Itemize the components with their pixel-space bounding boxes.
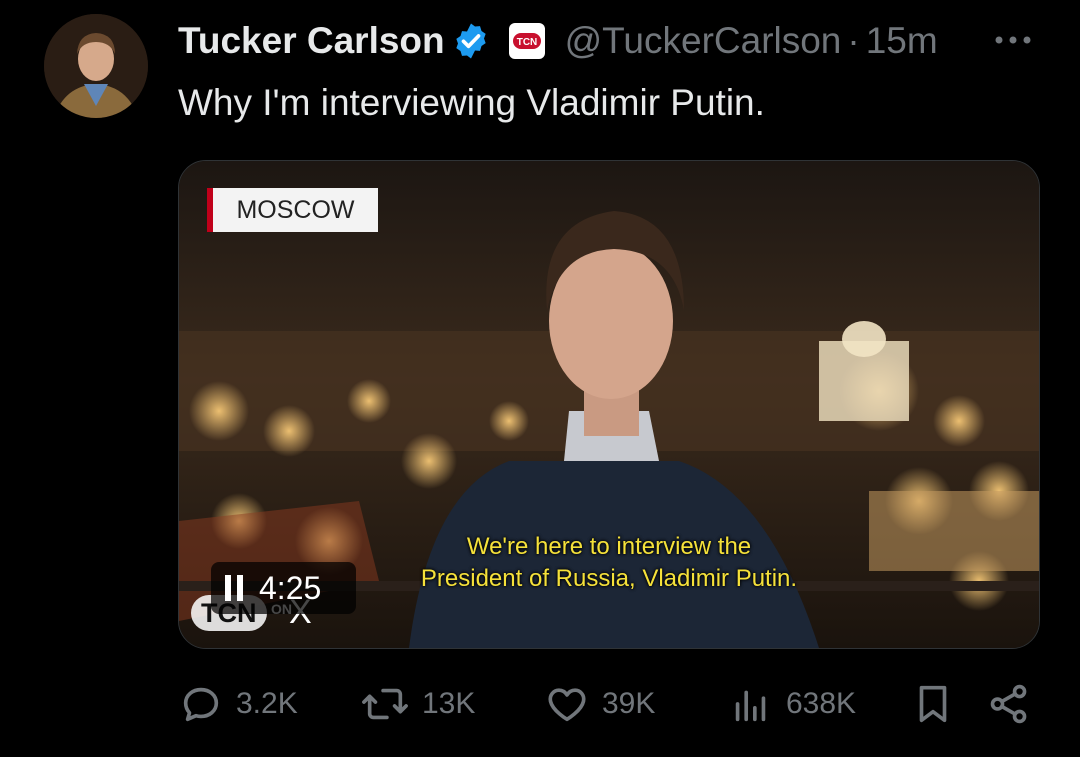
more-icon[interactable] xyxy=(990,22,1036,58)
video-player[interactable]: MOSCOW We're here to interview the Presi… xyxy=(178,160,1040,649)
verified-badge-icon[interactable] xyxy=(451,21,491,61)
reply-count: 3.2K xyxy=(236,687,298,720)
separator-dot: · xyxy=(847,20,860,61)
author-name[interactable]: Tucker Carlson xyxy=(178,20,445,62)
like-button[interactable]: 39K xyxy=(544,676,655,732)
repost-icon xyxy=(362,688,408,720)
like-icon xyxy=(548,688,586,722)
bookmark-icon xyxy=(919,685,947,723)
tweet-header: Tucker Carlson TCN @TuckerCarlson · 15m xyxy=(178,18,938,64)
bookmark-button[interactable] xyxy=(910,676,968,732)
subtitle-line-2: President of Russia, Vladimir Putin. xyxy=(420,565,798,592)
more-dots-icon xyxy=(995,36,1031,44)
share-icon xyxy=(990,684,1027,724)
view-count: 638K xyxy=(786,687,857,720)
reply-button[interactable]: 3.2K xyxy=(178,676,298,732)
tweet-timestamp[interactable]: 15m xyxy=(866,20,938,62)
location-label: MOSCOW xyxy=(207,188,378,232)
svg-text:TCN: TCN xyxy=(516,37,537,48)
affiliation-badge[interactable]: TCN xyxy=(508,23,545,59)
views-icon xyxy=(735,690,766,722)
reply-icon xyxy=(183,687,219,722)
like-count: 39K xyxy=(602,687,656,720)
share-button[interactable] xyxy=(986,676,1044,732)
author-avatar[interactable] xyxy=(44,14,148,118)
pause-icon[interactable] xyxy=(225,575,243,601)
tweet-actions: 3.2K 13K 39K 638K xyxy=(178,676,1038,732)
repost-count: 13K xyxy=(422,687,476,720)
tcn-logo-icon: TCN xyxy=(512,33,541,49)
video-subtitles: We're here to interview the President of… xyxy=(359,531,859,595)
author-handle[interactable]: @TuckerCarlson xyxy=(565,20,842,62)
tweet-text: Why I'm interviewing Vladimir Putin. xyxy=(178,82,765,123)
avatar-image xyxy=(44,14,148,118)
subtitle-line-1: We're here to interview the xyxy=(466,533,752,560)
repost-button[interactable]: 13K xyxy=(360,676,475,732)
video-duration: 4:25 xyxy=(259,569,322,606)
views-button[interactable]: 638K xyxy=(728,676,856,732)
playback-control[interactable]: 4:25 xyxy=(211,562,356,614)
